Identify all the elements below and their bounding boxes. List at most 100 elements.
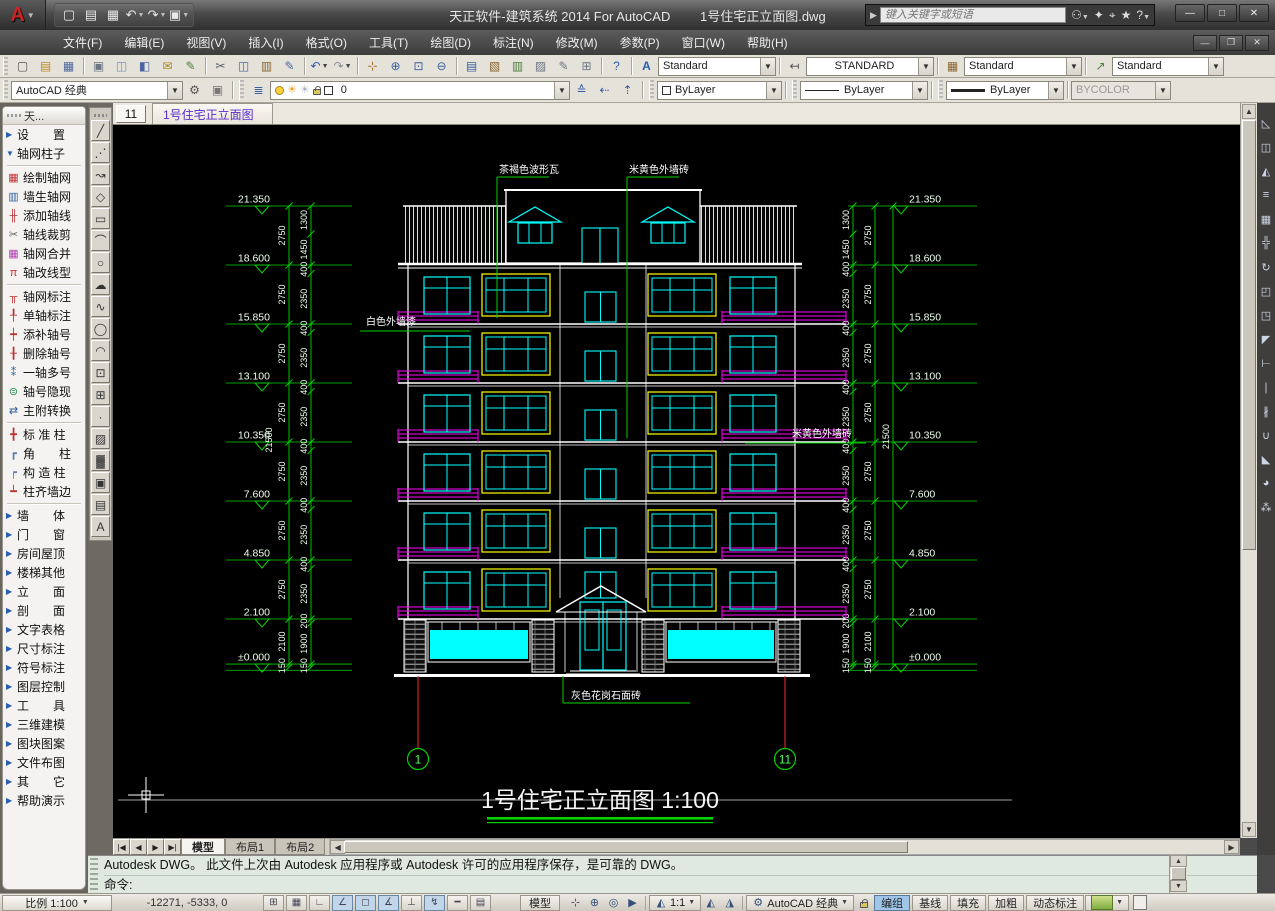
command-scroll-thumb[interactable] — [1171, 867, 1186, 880]
palette-item[interactable]: ┏ 角 柱 — [3, 444, 85, 463]
cut-button[interactable]: ✂ — [210, 57, 231, 76]
tz-toggle-动态标注[interactable]: 动态标注 — [1026, 894, 1085, 911]
table-style-icon[interactable]: ▦ — [942, 57, 963, 76]
tz-toggle-基线[interactable]: 基线 — [912, 894, 949, 911]
scroll-left-icon[interactable]: ◀ — [330, 840, 346, 854]
help-button[interactable]: ? — [606, 57, 627, 76]
workspace-settings-icon[interactable]: ⚙ — [184, 81, 205, 100]
publish-button[interactable]: ◧ — [134, 57, 155, 76]
steering-wheel-icon[interactable]: ◎ — [604, 895, 623, 911]
tz-toggle-编组[interactable]: 编组 — [874, 894, 911, 911]
palette-group[interactable]: ▶ 立 面 — [3, 582, 85, 601]
close-button[interactable]: ✕ — [1239, 4, 1269, 22]
layer-vp-freeze-icon[interactable]: ☀ — [300, 84, 310, 95]
command-scrollbar[interactable]: ▲ ▼ — [1169, 855, 1187, 893]
command-prompt[interactable]: 命令: — [104, 875, 1257, 893]
revision-cloud-button[interactable]: ☁ — [91, 274, 110, 295]
zoom-icon[interactable]: ⊕ — [585, 895, 604, 911]
palette-item[interactable]: ╋ 标 准 柱 — [3, 425, 85, 444]
favorites-star-icon[interactable]: ★ — [1121, 8, 1132, 23]
layout-tab-布局2[interactable]: 布局2 — [275, 839, 326, 855]
menu-item[interactable]: 窗口(W) — [671, 30, 736, 55]
region-button[interactable]: ▣ — [91, 472, 110, 493]
layout-nav-button[interactable]: ◀ — [130, 839, 147, 855]
sign-in-key-icon[interactable]: ✦ — [1094, 8, 1104, 23]
application-status-menu[interactable]: ▼ — [1085, 894, 1130, 911]
mdi-minimize-button[interactable]: — — [1193, 34, 1217, 51]
workspace-frame-icon[interactable]: ▣ — [207, 81, 228, 100]
scroll-right-icon[interactable]: ▶ — [1224, 840, 1239, 854]
palette-group[interactable]: ▼ 轴网柱子 — [3, 144, 85, 163]
palette-group[interactable]: ▶ 工 具 — [3, 696, 85, 715]
scale-button[interactable]: ◰ — [1258, 279, 1274, 303]
layer-states-button[interactable]: ≙ — [571, 81, 592, 100]
command-scroll-up-icon[interactable]: ▲ — [1170, 855, 1187, 867]
palette-item[interactable]: ▦ 绘制轴网 — [3, 168, 85, 187]
array-button[interactable]: ▦ — [1258, 207, 1274, 231]
text-style-combo[interactable]: Standard ▼ — [658, 56, 776, 76]
palette-item[interactable]: ⊜ 轴号隐现 — [3, 382, 85, 401]
extend-button[interactable]: ⊢ — [1258, 351, 1274, 375]
paste-button[interactable]: ▥ — [256, 57, 277, 76]
palette-item[interactable]: ╫ 添加轴线 — [3, 206, 85, 225]
palette-item[interactable]: ✂ 轴线裁剪 — [3, 225, 85, 244]
rotate-button[interactable]: ↻ — [1258, 255, 1274, 279]
save-button[interactable]: ▦ — [103, 5, 123, 25]
redo-button[interactable]: ↷ ▼ — [332, 57, 353, 76]
sheet-set-manager-button[interactable]: ▨ — [530, 57, 551, 76]
document-tab[interactable]: 1号住宅正立面图 — [152, 103, 273, 124]
etransmit-button[interactable]: ✉ — [157, 57, 178, 76]
menu-item[interactable]: 绘图(D) — [419, 30, 482, 55]
palette-group[interactable]: ▶ 符号标注 — [3, 658, 85, 677]
open-button[interactable]: ▤ — [35, 57, 56, 76]
layer-combo[interactable]: ☀ ☀ 0 ▼ — [270, 80, 570, 100]
menu-item[interactable]: 插入(I) — [237, 30, 294, 55]
menu-item[interactable]: 修改(M) — [545, 30, 609, 55]
drag-handle-icon[interactable] — [7, 114, 21, 117]
layout-nav-button[interactable]: |◀ — [113, 839, 130, 855]
toolbar-grip[interactable] — [792, 80, 797, 100]
save-button[interactable]: ▦ — [58, 57, 79, 76]
palette-item[interactable]: ┷ 柱齐墙边 — [3, 482, 85, 501]
ellipse-button[interactable]: ◯ — [91, 318, 110, 339]
spline-button[interactable]: ∿ — [91, 296, 110, 317]
layout-nav-button[interactable]: ▶ — [147, 839, 164, 855]
application-menu-button[interactable]: A ▼ — [0, 0, 46, 30]
help-icon[interactable]: ?▼ — [1136, 8, 1150, 23]
copy-clip-button[interactable]: ◫ — [233, 57, 254, 76]
layout-nav-button[interactable]: ▶| — [164, 839, 181, 855]
maximize-button[interactable]: □ — [1207, 4, 1237, 22]
designcenter-button[interactable]: ▧ — [484, 57, 505, 76]
auto-annotate-icon[interactable]: ◮ — [720, 895, 739, 911]
mdi-close-button[interactable]: ✕ — [1245, 34, 1269, 51]
mleader-style-combo[interactable]: Standard ▼ — [1112, 56, 1224, 76]
menu-item[interactable]: 参数(P) — [609, 30, 671, 55]
rectangle-button[interactable]: ▭ — [91, 208, 110, 229]
otrack-toggle[interactable]: ∡ — [378, 894, 399, 911]
erase-button[interactable]: ◺ — [1258, 111, 1274, 135]
insert-block-button[interactable]: ⊡ — [91, 362, 110, 383]
dim-style-icon[interactable]: ↤ — [784, 57, 805, 76]
construction-line-button[interactable]: ⋰ — [91, 142, 110, 163]
tz-toggle-填充[interactable]: 填充 — [950, 894, 987, 911]
polar-toggle[interactable]: ∠ — [332, 894, 353, 911]
multiline-text-button[interactable]: A — [91, 516, 110, 537]
pan-button[interactable]: ⊹ — [362, 57, 383, 76]
toolbar-grip[interactable] — [938, 80, 943, 100]
layout-tab-布局1[interactable]: 布局1 — [225, 839, 276, 855]
match-properties-button[interactable]: ✎ — [279, 57, 300, 76]
ortho-toggle[interactable]: ∟ — [309, 894, 330, 911]
offset-button[interactable]: ≡ — [1258, 183, 1274, 207]
vertical-scroll-thumb[interactable] — [1242, 120, 1256, 550]
annotation-visibility-icon[interactable]: ◭ — [701, 895, 720, 911]
vertical-scrollbar[interactable]: ▲ ▼ — [1240, 103, 1257, 838]
palette-title[interactable]: 天... — [3, 107, 85, 125]
copy-button[interactable]: ◫ — [1258, 135, 1274, 159]
palette-group[interactable]: ▶ 三维建模 — [3, 715, 85, 734]
quickcalc-button[interactable]: ⊞ — [576, 57, 597, 76]
command-scroll-down-icon[interactable]: ▼ — [1170, 880, 1187, 892]
plot-button[interactable]: ▣ — [88, 57, 109, 76]
model-space-button[interactable]: 模型 — [520, 894, 560, 911]
palette-item[interactable]: ┍ 构 造 柱 — [3, 463, 85, 482]
fillet-button[interactable]: ◕ — [1258, 471, 1274, 495]
